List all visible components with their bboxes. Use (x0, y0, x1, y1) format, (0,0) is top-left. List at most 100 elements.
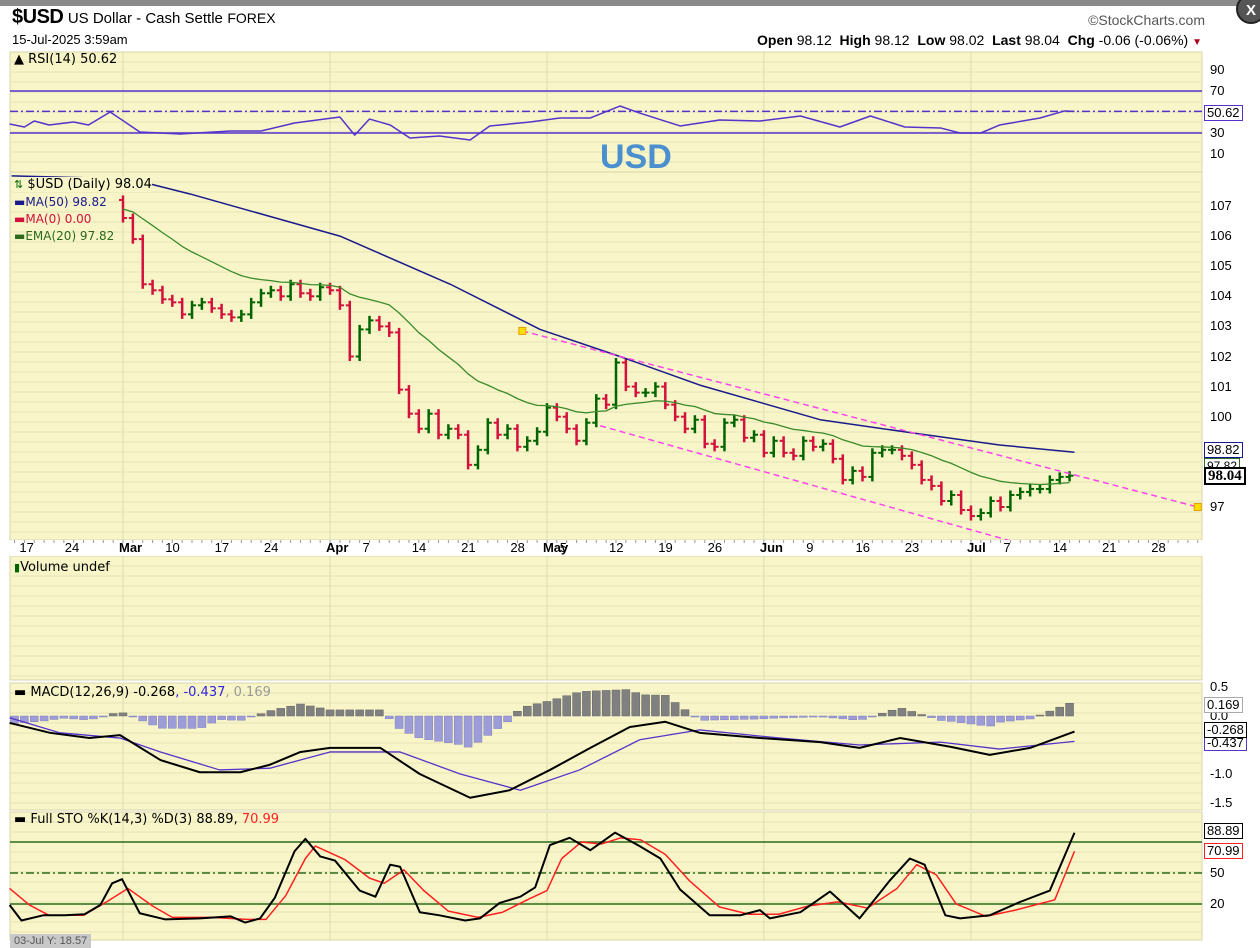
macd-histogram-bar (1045, 710, 1055, 717)
y-axis-label: 105 (1210, 258, 1232, 274)
macd-histogram-bar (739, 715, 749, 720)
macd-histogram-bar (838, 715, 848, 720)
macd-histogram-bar (99, 715, 108, 718)
x-axis-label: 14 (1052, 540, 1068, 555)
x-axis-label: 24 (263, 540, 279, 555)
macd-histogram-bar (463, 715, 473, 748)
macd-histogram-bar (808, 715, 818, 718)
y-axis-label: 102 (1210, 348, 1232, 364)
macd-histogram-bar (789, 715, 798, 718)
macd-histogram-bar (582, 691, 591, 717)
macd-histogram-bar (404, 715, 414, 734)
rsi-value-tag: 50.62 (1204, 105, 1243, 121)
macd-histogram-bar (444, 715, 453, 744)
macd-histogram-bar (532, 703, 542, 717)
trendline-anchor (1193, 503, 1202, 511)
x-axis-label: Apr (326, 540, 349, 555)
x-axis-label: 16 (855, 540, 870, 555)
price-bars-icon: ⇅ (14, 178, 24, 191)
macd-histogram-bar (365, 709, 374, 717)
y-axis-label: 107 (1210, 198, 1232, 213)
macd-histogram-bar (769, 715, 779, 719)
macd-histogram-bar (976, 715, 986, 726)
macd-histogram-bar (996, 715, 1005, 723)
x-axis-label: 21 (461, 540, 476, 555)
macd-histogram-bar (207, 715, 216, 724)
ma50-legend: ▬MA(50) 98.82 (14, 195, 107, 209)
macd-histogram-bar (828, 715, 838, 719)
macd-histogram-bar (937, 715, 946, 721)
macd-histogram-bar (384, 715, 394, 719)
macd-histogram-bar (503, 715, 512, 723)
macd-histogram-bar (601, 690, 611, 717)
x-axis-label: 7 (1003, 540, 1011, 555)
macd-histogram-bar (108, 713, 118, 717)
macd-legend-main: MACD(12,26,9) -0.268 (30, 685, 176, 700)
macd-histogram-bar (69, 715, 78, 720)
macd-histogram-bar (266, 710, 276, 717)
macd-histogram-bar (375, 709, 384, 717)
x-axis-label: 12 (609, 540, 624, 555)
macd-histogram-bar (256, 713, 266, 717)
macd-histogram-bar (237, 715, 246, 721)
y-axis-label: 20 (1210, 895, 1225, 911)
y-axis-label: 97 (1210, 499, 1225, 514)
macd-histogram-bar (89, 715, 98, 720)
x-axis-label: 10 (165, 540, 180, 555)
macd-histogram-bar (887, 709, 897, 717)
sto-panel (9, 811, 1203, 941)
macd-histogram-bar (118, 712, 128, 717)
rsi-icon: ▲ (14, 52, 24, 67)
y-axis-label: 10 (1210, 146, 1225, 161)
y-axis-label: 104 (1210, 288, 1232, 304)
macd-histogram-bar (286, 705, 295, 717)
y-axis-label: 101 (1210, 378, 1232, 394)
macd-histogram-bar (631, 692, 640, 717)
x-axis-label: Jun (759, 540, 784, 555)
macd-histogram-bar (592, 690, 601, 717)
macd-histogram-bar (986, 715, 995, 727)
y-axis-label: 70 (1210, 83, 1225, 98)
rsi-legend: ▲ RSI(14) 50.62 (14, 52, 117, 67)
macd-histogram-bar (128, 715, 138, 718)
macd-histogram-bar (562, 695, 571, 717)
macd-histogram-bar (30, 715, 39, 723)
y-axis-label: 100 (1210, 408, 1232, 424)
macd-histogram-bar (552, 698, 562, 717)
macd-hist-tag: 0.169 (1204, 697, 1243, 713)
price-legend-text: $USD (Daily) 98.04 (27, 177, 152, 192)
macd-histogram-bar (1006, 715, 1015, 722)
x-axis-label: 24 (64, 540, 80, 555)
macd-histogram-bar (177, 715, 187, 729)
ma0-legend-text: MA(0) 0.00 (25, 212, 92, 226)
macd-histogram-bar (1035, 714, 1045, 717)
macd-histogram-bar (868, 715, 877, 718)
macd-histogram-bar (542, 701, 552, 717)
macd-histogram-bar (523, 705, 532, 717)
volume-legend: ▮Volume undef (14, 560, 110, 575)
macd-histogram-bar (956, 715, 966, 723)
macd-histogram-bar (325, 709, 335, 717)
macd-histogram-bar (394, 715, 404, 729)
macd-histogram-bar (79, 715, 88, 720)
x-axis-label: 7 (362, 540, 370, 555)
macd-histogram-bar (276, 708, 286, 717)
macd-histogram-bar (700, 715, 709, 721)
macd-histogram-bar (877, 713, 887, 717)
x-axis-label: 5 (559, 540, 567, 555)
macd-histogram-bar (513, 711, 522, 717)
macd-histogram-bar (730, 715, 739, 720)
macd-histogram-bar (690, 715, 700, 718)
macd-histogram-bar (453, 715, 463, 745)
macd-histogram-bar (1065, 703, 1074, 717)
sto-legend-d: 70.99 (241, 812, 280, 827)
macd-histogram-bar (661, 695, 670, 717)
macd-histogram-bar (315, 707, 325, 717)
ma50-value-tag: 98.82 (1204, 442, 1243, 458)
price-panel (9, 171, 1203, 541)
macd-histogram-bar (483, 715, 493, 736)
rsi-legend-text: RSI(14) 50.62 (28, 52, 118, 67)
macd-histogram-bar (651, 694, 660, 717)
macd-histogram-bar (138, 715, 147, 722)
x-axis-label: 21 (1102, 540, 1117, 555)
